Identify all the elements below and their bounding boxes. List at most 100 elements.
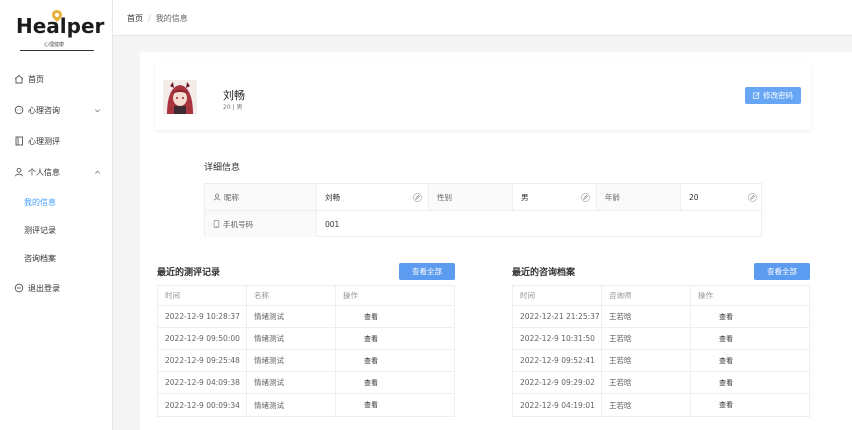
cell-time: 2022-12-9 09:50:00 — [158, 328, 247, 349]
sidebar-subitem-my-info[interactable]: 我的信息 — [24, 194, 56, 210]
view-link[interactable]: 查看 — [336, 350, 454, 371]
view-link[interactable]: 查看 — [691, 394, 809, 416]
change-password-button[interactable]: 修改密码 — [745, 87, 801, 104]
phone-label: 手机号码 — [223, 219, 253, 229]
breadcrumb: 首页 / 我的信息 — [127, 13, 188, 24]
minus-circle-icon — [14, 283, 24, 293]
profile-name: 刘畅 — [223, 89, 245, 102]
nickname-label: 昵称 — [224, 192, 239, 202]
edit-icon — [753, 92, 760, 99]
sidebar-subitem-test-records[interactable]: 测评记录 — [24, 222, 56, 238]
column-header: 名称 — [247, 286, 336, 305]
user-icon — [15, 167, 23, 177]
chevron-up-icon — [95, 170, 100, 174]
gender-value: 男 — [521, 192, 529, 202]
table-row: 2022-12-9 09:29:02 王若晗 查看 — [513, 372, 809, 394]
nickname-value: 刘畅 — [325, 192, 340, 202]
view-link[interactable]: 查看 — [336, 306, 454, 327]
table-row: 2022-12-9 09:52:41 王若晗 查看 — [513, 350, 809, 372]
book-icon — [15, 136, 23, 146]
cell-time: 2022-12-9 00:09:34 — [158, 394, 247, 416]
gender-label-cell: 性别 — [429, 184, 513, 211]
view-link[interactable]: 查看 — [691, 372, 809, 393]
cell-counselor: 王若晗 — [602, 394, 691, 416]
table-header: 时间 名称 操作 — [158, 286, 454, 306]
sidebar-item-label: 退出登录 — [28, 283, 60, 293]
cell-name: 情绪测试 — [247, 350, 336, 371]
cell-time: 2022-12-21 21:25:37 — [513, 306, 602, 327]
breadcrumb-separator: / — [148, 14, 151, 23]
table-row: 2022-12-9 00:09:34 情绪测试 查看 — [158, 394, 454, 416]
cell-time: 2022-12-9 10:28:37 — [158, 306, 247, 327]
cell-counselor: 王若晗 — [602, 350, 691, 371]
cell-time: 2022-12-9 10:31:50 — [513, 328, 602, 349]
cell-time: 2022-12-9 04:19:01 — [513, 394, 602, 416]
cell-counselor: 王若晗 — [602, 328, 691, 349]
cell-name: 情绪测试 — [247, 394, 336, 416]
logo-subtitle: 心理健康 — [44, 42, 65, 48]
age-value: 20 — [689, 192, 699, 202]
profile-card: 刘畅 20 | 男 修改密码 — [155, 64, 811, 130]
age-value-cell: 20 — [681, 184, 763, 211]
logo-divider — [20, 50, 94, 51]
table-row: 2022-12-21 21:25:37 王若晗 查看 — [513, 306, 809, 328]
sidebar-item-personal[interactable]: 个人信息 — [0, 162, 113, 182]
cell-counselor: 王若晗 — [602, 372, 691, 393]
edit-icon[interactable] — [581, 192, 590, 202]
breadcrumb-current: 我的信息 — [155, 14, 188, 23]
table-row: 2022-12-9 04:09:38 情绪测试 查看 — [158, 372, 454, 394]
cell-time: 2022-12-9 09:52:41 — [513, 350, 602, 371]
recent-consults-table: 时间 咨询师 操作 2022-12-21 21:25:37 王若晗 查看 202… — [512, 285, 810, 417]
phone-value: 001 — [325, 219, 340, 229]
sidebar-item-label: 心理咨询 — [28, 105, 60, 115]
home-icon — [14, 74, 24, 84]
change-password-label: 修改密码 — [763, 91, 793, 100]
cell-name: 情绪测试 — [247, 372, 336, 393]
cell-time: 2022-12-9 09:25:48 — [158, 350, 247, 371]
sidebar-item-home[interactable]: 首页 — [0, 69, 113, 89]
sidebar-item-assessment[interactable]: 心理测评 — [0, 131, 113, 151]
sidebar: Healper 心理健康 首页 心理咨询 心理测评 个人信息 我的信息 测评记录… — [0, 0, 113, 430]
cell-name: 情绪测试 — [247, 328, 336, 349]
age-label-cell: 年龄 — [597, 184, 681, 211]
view-link[interactable]: 查看 — [691, 306, 809, 327]
phone-icon — [213, 220, 220, 228]
table-row: 2022-12-9 04:19:01 王若晗 查看 — [513, 394, 809, 416]
column-header: 时间 — [513, 286, 602, 305]
detail-title: 详细信息 — [204, 163, 241, 173]
chat-icon — [14, 105, 24, 115]
profile-age-gender: 20 | 男 — [223, 104, 243, 111]
view-all-consults-button[interactable]: 查看全部 — [754, 263, 810, 280]
view-link[interactable]: 查看 — [691, 328, 809, 349]
header: 首页 / 我的信息 — [113, 0, 852, 36]
edit-icon[interactable] — [748, 192, 757, 202]
edit-icon[interactable] — [413, 192, 422, 202]
sidebar-item-label: 心理测评 — [28, 136, 60, 146]
table-row: 2022-12-9 09:50:00 情绪测试 查看 — [158, 328, 454, 350]
view-link[interactable]: 查看 — [336, 328, 454, 349]
column-header: 操作 — [698, 291, 713, 300]
view-link[interactable]: 查看 — [336, 394, 454, 416]
view-link[interactable]: 查看 — [336, 372, 454, 393]
recent-consults-title: 最近的咨询档案 — [512, 268, 576, 278]
phone-value-cell: 001 — [317, 211, 763, 237]
logo: Healper 心理健康 — [14, 10, 104, 56]
breadcrumb-home[interactable]: 首页 — [127, 14, 143, 23]
age-label: 年龄 — [605, 192, 620, 202]
column-header: 操作 — [343, 291, 358, 300]
cell-name: 情绪测试 — [247, 306, 336, 327]
column-header: 咨询师 — [602, 286, 691, 305]
table-row: 2022-12-9 10:28:37 情绪测试 查看 — [158, 306, 454, 328]
sidebar-item-logout[interactable]: 退出登录 — [0, 278, 113, 298]
cell-counselor: 王若晗 — [602, 306, 691, 327]
view-link[interactable]: 查看 — [691, 350, 809, 371]
phone-label-cell: 手机号码 — [205, 211, 317, 237]
avatar — [163, 80, 197, 114]
gender-label: 性别 — [437, 192, 452, 202]
avatar-image — [163, 80, 197, 114]
table-header: 时间 咨询师 操作 — [513, 286, 809, 306]
view-all-tests-button[interactable]: 查看全部 — [399, 263, 455, 280]
sidebar-item-consult[interactable]: 心理咨询 — [0, 100, 113, 120]
nickname-value-cell: 刘畅 — [317, 184, 429, 211]
sidebar-subitem-consult-archive[interactable]: 咨询档案 — [24, 250, 56, 266]
